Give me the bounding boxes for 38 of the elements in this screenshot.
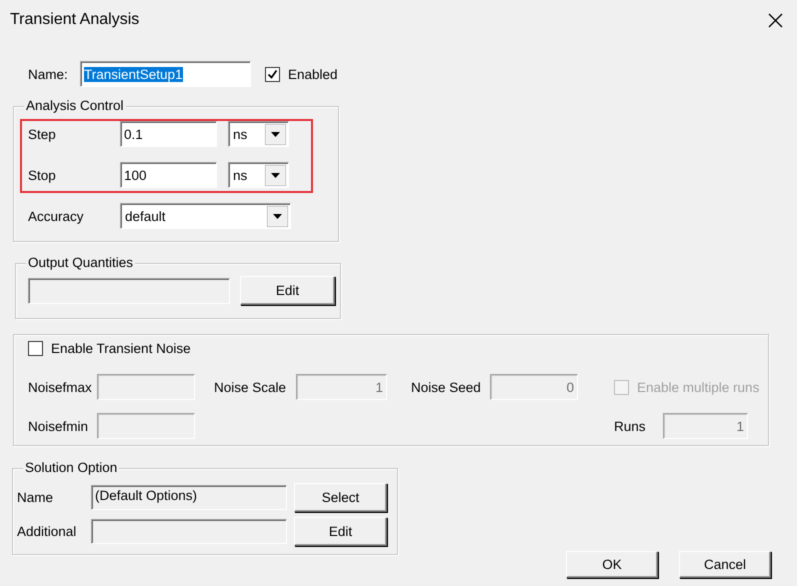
multiple-runs-label: Enable multiple runs <box>637 380 760 394</box>
name-label: Name: <box>28 66 69 82</box>
edit-button[interactable]: Edit <box>240 276 335 305</box>
accuracy-dropdown[interactable]: default <box>120 203 291 229</box>
solution-field[interactable] <box>91 519 287 544</box>
group-title: Solution Option <box>23 460 120 476</box>
field-label: Noisefmin <box>28 418 90 434</box>
unit-dropdown[interactable]: ns <box>228 121 289 147</box>
unit-dropdown[interactable]: ns <box>228 162 289 188</box>
field-label: Step <box>28 126 57 142</box>
field-label: Noise Scale <box>213 380 288 394</box>
dropdown-arrow-icon[interactable] <box>265 124 286 144</box>
noise-checkbox[interactable] <box>28 341 43 356</box>
noise-checkbox-label: Enable Transient Noise <box>51 341 191 356</box>
group-title: Output Quantities <box>26 255 136 271</box>
field-label: Stop <box>28 168 57 182</box>
field-label: Noise Seed <box>410 380 482 394</box>
option-button[interactable]: Select <box>294 483 387 512</box>
group-title: Analysis Control <box>24 98 126 114</box>
enabled-checkbox[interactable] <box>265 66 280 82</box>
accuracy-label: Accuracy <box>28 208 85 224</box>
close-icon[interactable] <box>768 12 783 28</box>
output-field[interactable] <box>28 278 230 304</box>
field-label: Name <box>17 490 54 505</box>
dialog-button[interactable]: Cancel <box>679 551 771 578</box>
field-label: Noisefmax <box>28 380 93 394</box>
option-button[interactable]: Edit <box>294 517 387 546</box>
solution-field[interactable]: (Default Options) <box>91 485 287 510</box>
value-field[interactable]: 100 <box>120 162 217 188</box>
dropdown-arrow-icon[interactable] <box>267 206 288 226</box>
dropdown-arrow-icon[interactable] <box>265 164 286 186</box>
dialog-button[interactable]: OK <box>566 551 658 578</box>
runs-label: Runs <box>613 418 647 434</box>
name-field[interactable]: TransientSetup1 <box>80 61 251 87</box>
enabled-label: Enabled <box>288 66 338 82</box>
field-label: Additional <box>17 524 78 539</box>
value-field[interactable]: 0.1 <box>120 121 217 147</box>
window-title: Transient Analysis <box>10 11 140 29</box>
